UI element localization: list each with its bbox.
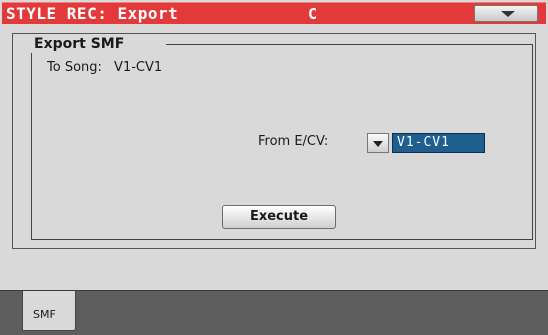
tab-smf-label: SMF: [33, 308, 56, 321]
key-indicator: C: [308, 5, 318, 23]
page-title: STYLE REC: Export: [6, 4, 179, 23]
to-song-label: To Song:: [47, 60, 102, 75]
to-song-row: To Song: V1-CV1: [47, 60, 162, 76]
chevron-down-icon: [501, 11, 515, 17]
group-title: Export SMF: [30, 35, 129, 53]
page-menu-button[interactable]: [474, 5, 538, 22]
tab-smf[interactable]: SMF: [22, 291, 76, 331]
from-ecv-label: From E/CV:: [258, 134, 329, 149]
from-ecv-value[interactable]: V1-CV1: [392, 133, 485, 153]
title-bar: STYLE REC: Export C: [2, 2, 546, 24]
execute-button[interactable]: Execute: [222, 205, 336, 229]
display-frame: STYLE REC: Export C Export SMF To Song: …: [0, 0, 548, 335]
tab-bar: [0, 290, 548, 335]
from-ecv-dropdown[interactable]: V1-CV1: [367, 133, 485, 153]
chevron-down-icon: [373, 141, 383, 147]
dropdown-button[interactable]: [367, 133, 389, 153]
to-song-value: V1-CV1: [114, 60, 163, 75]
